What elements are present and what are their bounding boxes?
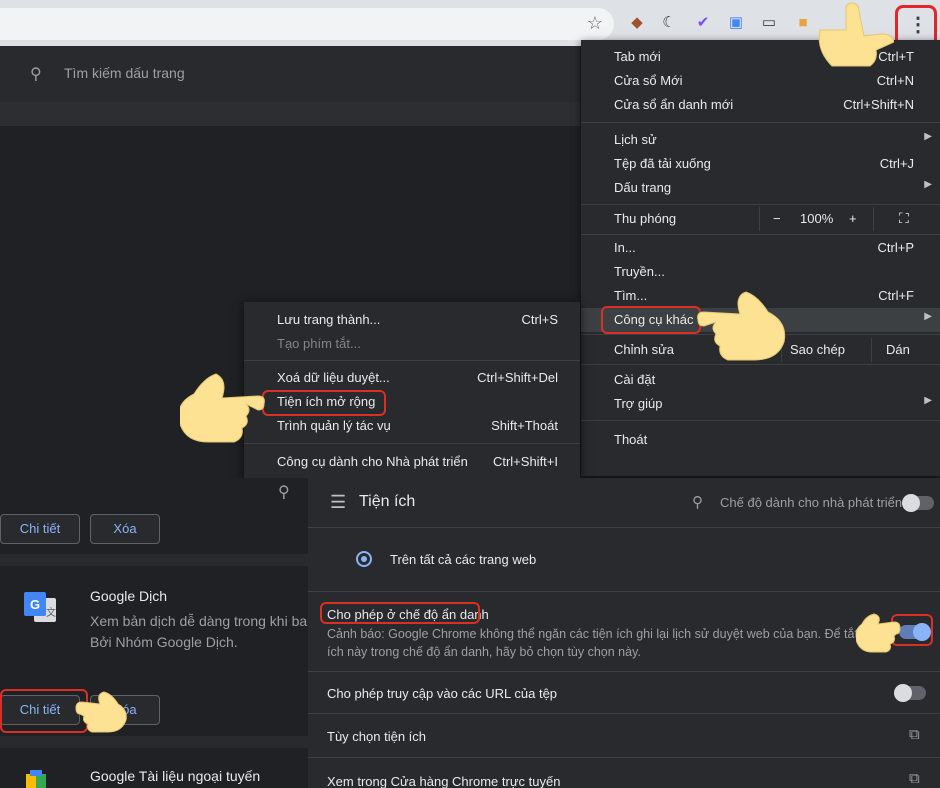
remove-button[interactable]: Xóa [90,514,160,544]
file-urls-label: Cho phép truy cập vào các URL của tệp [327,686,558,701]
bookmarks-strip [0,102,580,126]
open-external-icon: ⧉ [909,726,920,743]
file-urls-toggle[interactable] [894,684,926,702]
copy-button[interactable]: Sao chép [790,342,845,357]
hamburger-menu-icon[interactable]: ☰ [330,492,346,513]
paste-button[interactable]: Dán [886,342,910,357]
extensions-list: Chi tiết Xóa G文 Google Dịch Xem bản dịch… [0,478,308,788]
submenu-item-clear-data[interactable]: Xoá dữ liệu duyệt... Ctrl+Shift+Del [244,366,580,390]
menu-item-exit[interactable]: Thoát [581,428,940,452]
search-icon: ⚲ [278,484,290,501]
menu-item-bookmarks[interactable]: Dấu trang ▶ [581,176,940,200]
google-docs-offline-icon [22,770,58,788]
menu-item-history[interactable]: Lịch sử ▶ [581,128,940,152]
submenu-item-create-shortcut: Tạo phím tắt... [277,336,361,351]
address-bar[interactable] [0,8,614,40]
menu-item-settings[interactable]: Cài đặt [581,368,940,392]
site-access-option: Trên tất cả các trang web [390,552,537,567]
extension-author: Bởi Nhóm Google Dịch. [90,634,238,650]
incognito-label-highlight [320,602,480,624]
bookmark-star-icon[interactable]: ☆ [586,14,604,32]
chrome-menu-kebab-icon[interactable]: ⋮ [908,12,928,38]
extension-check-icon[interactable]: ✔ [694,14,712,32]
details-button[interactable]: Chi tiết [0,514,80,544]
pointing-hand-icon [75,691,127,733]
developer-mode-label: Chế độ dành cho nhà phát triển [720,495,903,510]
menu-item-downloads[interactable]: Tệp đã tải xuống Ctrl+J [581,152,940,176]
site-access-row: Trên tất cả các trang web [308,528,940,592]
menu-item-new-incognito[interactable]: Cửa sổ ẩn danh mới Ctrl+Shift+N [581,93,940,117]
extension-name: Google Dịch [90,588,168,604]
extension-options-row[interactable]: Tùy chọn tiện ích ⧉ [308,714,940,758]
svg-text:G: G [30,597,40,612]
zoom-level: 100% [800,211,834,226]
incognito-warning-cont: ích này trong chế độ ẩn danh, hãy bỏ chọ… [327,645,641,659]
bookmarks-search-input[interactable]: Tìm kiếm dấu trang [64,65,185,81]
open-external-icon: ⧉ [909,770,920,787]
chrome-menu: Tab mới Ctrl+T Cửa sổ Mới Ctrl+N Cửa sổ ẩn… [581,40,940,476]
extension-moon-icon[interactable]: ☾ [660,14,678,32]
zoom-in-button[interactable]: + [849,211,857,226]
menu-item-print[interactable]: In... Ctrl+P [581,236,940,260]
page-title: Tiện ích [359,493,416,510]
submenu-item-devtools[interactable]: Công cụ dành cho Nhà phát triển Ctrl+Shif… [244,450,580,474]
submenu-item-save-page[interactable]: Lưu trang thành... Ctrl+S [244,308,580,332]
menu-item-help[interactable]: Trợ giúp ▶ [581,392,940,416]
submenu-item-task-manager[interactable]: Trình quản lý tác vụ Shift+Thoát [244,414,580,438]
chevron-right-icon: ▶ [924,311,932,322]
menu-item-new-window[interactable]: Cửa sổ Mới Ctrl+N [581,69,940,93]
extension-description: Xem bản dịch dễ dàng trong khi ban [90,613,308,629]
menu-item-zoom: Thu phóng − 100% + ⛶ [581,207,940,233]
search-icon[interactable]: ⚲ [692,493,703,511]
view-store-row[interactable]: Xem trong Cửa hàng Chrome trực tuyến ⧉ [308,758,940,788]
pointing-hand-icon [180,373,265,443]
view-in-store-label: Xem trong Cửa hàng Chrome trực tuyến [327,774,561,788]
fullscreen-icon[interactable]: ⛶ [899,210,909,227]
extensions-header: ☰ Tiện ích ⚲ Chế độ dành cho nhà phát tr… [308,478,940,528]
extensions-highlight [262,390,386,416]
extension-colorful-icon[interactable]: ■ [794,14,812,32]
pointing-hand-icon [697,291,786,361]
google-translate-icon: G文 [22,590,58,626]
zoom-out-button[interactable]: − [773,211,781,226]
extension-icon-1[interactable]: ◆ [628,14,646,32]
developer-mode-toggle[interactable] [902,494,934,512]
chevron-right-icon: ▶ [924,131,932,142]
svg-text:文: 文 [46,606,56,619]
incognito-warning: Cảnh báo: Google Chrome không thể ngăn c… [327,627,859,641]
menu-item-cast[interactable]: Truyền... [581,260,940,284]
chevron-right-icon: ▶ [924,179,932,190]
chevron-right-icon: ▶ [924,395,932,406]
google-translate-extension-icon[interactable]: ▣ [727,14,745,32]
file-urls-row: Cho phép truy cập vào các URL của tệp [308,672,940,714]
search-icon: ⚲ [30,66,42,83]
extension-options-label: Tùy chọn tiện ích [327,729,426,744]
more-tools-highlight [601,306,701,334]
extension-name: Google Tài liệu ngoại tuyến [90,768,261,784]
pointing-hand-icon [818,2,894,67]
extension-chat-icon[interactable]: ▭ [760,14,778,32]
radio-button-selected[interactable] [356,551,372,567]
extension-detail-panel: ☰ Tiện ích ⚲ Chế độ dành cho nhà phát tr… [308,478,940,788]
pointing-hand-icon [856,613,901,653]
